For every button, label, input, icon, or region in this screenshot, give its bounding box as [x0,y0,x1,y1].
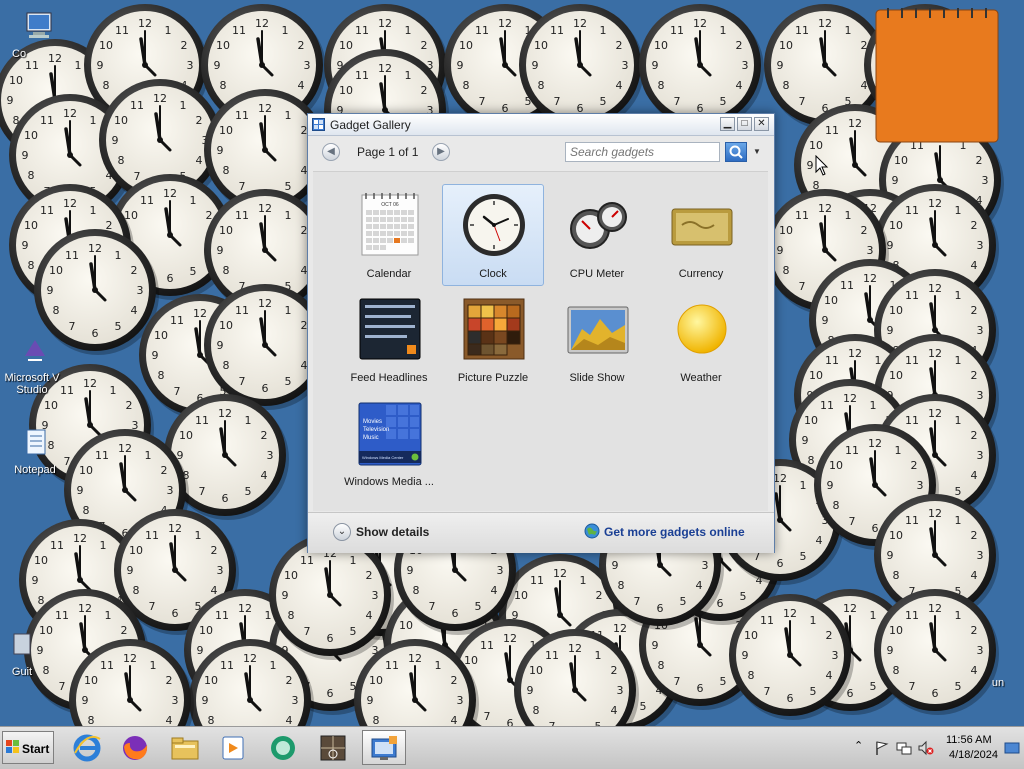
calendar-icon: OCT 06 [361,193,419,256]
calendar-month: OCT 06 [381,202,399,208]
file-explorer-icon [171,737,199,760]
feed-headlines-icon [359,298,421,360]
gadget-label: Picture Puzzle [457,372,529,384]
media-line: Music [363,435,379,441]
picture-puzzle-icon [463,298,525,360]
gadget-tile-picture-puzzle[interactable]: Picture Puzzle [442,288,544,390]
page-indicator: Page 1 of 1 [357,145,419,159]
taskbar-chat[interactable] [262,730,306,765]
gadget-tile-currency[interactable]: Currency [650,184,752,286]
desktop-icon-notepad[interactable]: Notepad [0,426,70,476]
media-app-icon [320,735,346,761]
currency-icon [671,208,733,246]
weather-icon [677,304,727,354]
desktop-icon-computer[interactable]: Co [4,10,74,60]
windows-logo-icon [6,740,19,753]
get-more-gadgets-link[interactable]: Get more gadgets online [604,525,745,539]
maximize-button[interactable]: □ [737,117,752,131]
taskbar-file-explorer[interactable] [164,730,208,765]
search-button[interactable] [725,142,747,162]
show-details-label[interactable]: Show details [356,525,429,539]
media-line: Television [363,427,389,433]
window-title: Gadget Gallery [330,118,411,132]
clock-gadget[interactable] [637,2,766,132]
start-label: Start [22,742,50,756]
gadget-tile-slide-show[interactable]: Slide Show [546,288,648,390]
desktop-icon-visual-studio[interactable]: Microsoft V Studio [0,334,70,396]
gadget-tile-windows-media[interactable]: Movies Television Music Windows Media Ce… [338,392,440,494]
gadget-tile-clock[interactable]: Clock [442,184,544,286]
chevron-down-icon: ⌄ [337,526,347,537]
internet-explorer-icon [73,734,101,762]
chevron-right-icon: ▶ [437,146,445,157]
clock-date[interactable]: 4/18/2024 [949,749,998,761]
action-center-flag-icon[interactable] [874,740,890,756]
gallery-nav-bar: ◀ Page 1 of 1 ▶ ▼ [308,136,774,170]
volume-muted-icon[interactable] [918,740,934,756]
taskbar-media-player[interactable] [212,730,256,765]
minimize-icon: ▁ [723,118,732,129]
chevron-left-icon: ◀ [327,146,335,157]
chat-icon [271,736,295,760]
media-line: Movies [363,419,382,425]
search-options-dropdown[interactable]: ▼ [753,147,761,156]
gadget-gallery-window[interactable]: Gadget Gallery ▁ □ ✕ ◀ Page 1 of 1 ▶ ▼ [307,113,775,553]
slide-show-icon [567,306,629,354]
gadget-label: Clock [479,268,507,280]
media-footer: Windows Media Center [362,455,404,460]
close-icon: ✕ [757,118,766,129]
previous-page-button[interactable]: ◀ [322,143,340,161]
next-page-button[interactable]: ▶ [432,143,450,161]
visual-studio-icon [25,340,45,361]
notes-gadget[interactable] [872,6,1002,144]
media-player-icon [222,736,244,760]
taskbar-firefox[interactable] [114,730,158,765]
title-bar[interactable]: Gadget Gallery ▁ □ ✕ [308,114,774,136]
network-icon[interactable] [896,740,912,756]
gadget-gallery-app-icon [312,118,325,131]
windows-media-icon: Movies Television Music Windows Media Ce… [358,402,422,466]
gadget-label: Currency [678,268,724,280]
gadget-tile-weather[interactable]: Weather [650,288,752,390]
gadget-tile-feed-headlines[interactable]: Feed Headlines [338,288,440,390]
gadget-tile-cpu-meter[interactable]: CPU Meter [546,184,648,286]
minimize-button[interactable]: ▁ [720,117,735,131]
gadget-label: Weather [680,372,722,384]
system-tray: ⌃ 11:56 AM 4/18/2024 [850,727,1024,769]
gadget-label: Feed Headlines [350,372,428,384]
firefox-icon [123,736,148,760]
search-icon [729,145,743,159]
gadget-label: CPU Meter [569,268,625,280]
gadget-gallery-icon [371,736,397,760]
gadget-tile-calendar[interactable]: OCT 06 Calendar [338,184,440,286]
gadget-grid: OCT 06 Calendar Clock CPU Meter Currency… [313,171,768,511]
shortcut-icon [13,633,31,655]
maximize-icon: □ [741,118,748,129]
start-button[interactable]: Start [2,731,54,764]
gadget-label: Slide Show [569,372,625,384]
mouse-cursor-icon [815,155,829,176]
close-button[interactable]: ✕ [754,117,769,131]
shortcut-icon [982,650,1014,674]
taskbar-internet-explorer[interactable] [66,730,110,765]
clock-icon [463,194,525,256]
taskbar: Start ⌃ 11:56 AM 4/18/2024 [0,726,1024,769]
search-input[interactable] [565,142,720,162]
show-desktop-icon[interactable] [1004,740,1020,756]
gallery-footer: ⌄ Show details Get more gadgets online [308,512,774,553]
show-details-button[interactable]: ⌄ [333,523,351,541]
taskbar-gadget-gallery[interactable] [362,730,406,765]
notepad-icon [26,429,46,455]
cpu-meter-icon [570,202,627,249]
show-hidden-icons-button[interactable]: ⌃ [854,739,870,755]
clock-time[interactable]: 11:56 AM [946,734,992,746]
computer-icon [26,12,52,38]
taskbar-media-app[interactable] [312,730,356,765]
globe-icon [584,523,600,539]
gadget-label: Windows Media ... [344,476,434,488]
desktop-icon-un[interactable]: un [978,650,1018,689]
desktop-icon-guit[interactable]: Guit [0,628,44,678]
gadget-label: Calendar [366,268,412,280]
